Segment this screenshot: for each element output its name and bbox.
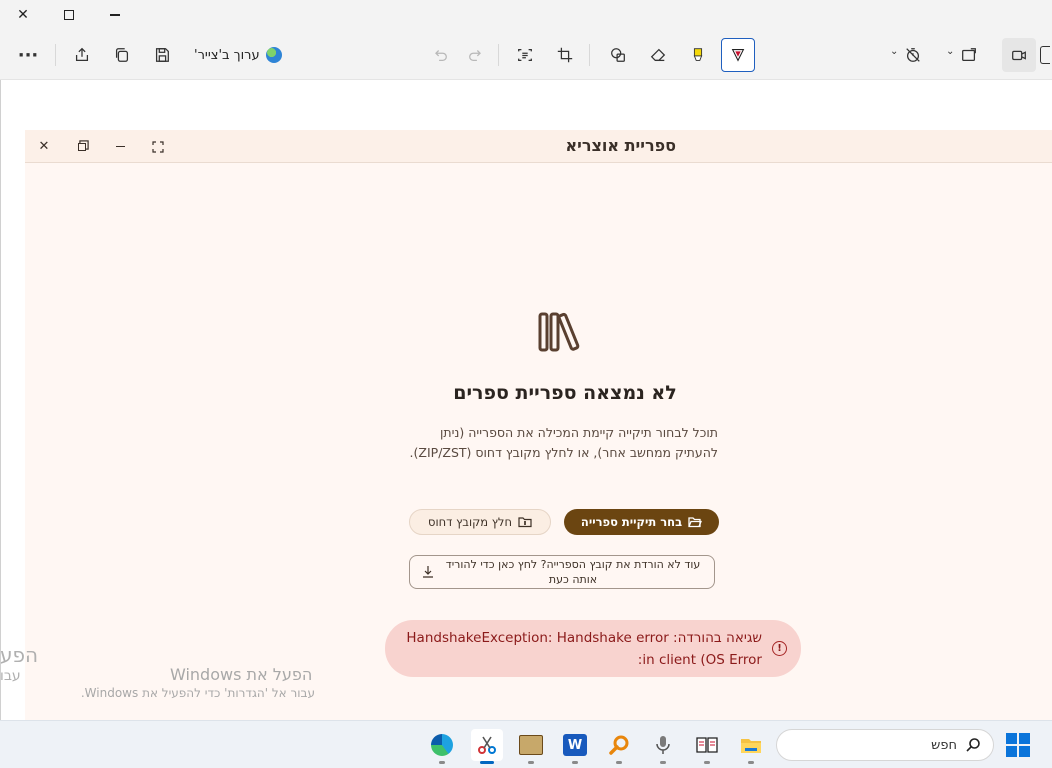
watermark-fragment-title: הפע bbox=[0, 643, 39, 667]
no-library-description: תוכל לבחור תיקייה קיימת המכילה את הספריי… bbox=[409, 425, 718, 460]
archive-folder-icon bbox=[518, 517, 532, 528]
copy-icon[interactable] bbox=[105, 38, 139, 72]
fullscreen-icon[interactable] bbox=[139, 130, 177, 163]
video-record-icon[interactable] bbox=[1002, 38, 1036, 72]
watermark-fragment-subtitle: עבו bbox=[0, 668, 21, 684]
windows-start-icon[interactable] bbox=[1006, 733, 1030, 757]
pen-icon[interactable] bbox=[721, 38, 755, 72]
redo-icon[interactable] bbox=[459, 38, 493, 72]
close-icon[interactable]: ✕ bbox=[25, 130, 63, 163]
otzaria-titlebar: ✕ ספריית אוצריא bbox=[25, 130, 1052, 163]
file-explorer-icon[interactable] bbox=[735, 729, 767, 764]
extract-archive-label: חלץ מקובץ דחוס bbox=[428, 515, 512, 529]
error-icon: ! bbox=[772, 641, 787, 656]
download-error-banner: ! שגיאה בהורדה: HandshakeException: Hand… bbox=[385, 620, 801, 677]
save-icon[interactable] bbox=[145, 38, 179, 72]
activate-windows-title: הפעל את Windows bbox=[170, 665, 313, 684]
toolbar-separator bbox=[589, 44, 590, 66]
highlighter-icon[interactable] bbox=[681, 38, 715, 72]
minimize-icon[interactable] bbox=[92, 0, 138, 30]
toolbar-separator bbox=[498, 44, 499, 66]
edit-in-paint-label: ערוך ב'צייר' bbox=[194, 47, 260, 63]
extract-archive-button[interactable]: חלץ מקובץ דחוס bbox=[409, 509, 551, 535]
edge-icon[interactable] bbox=[426, 729, 458, 764]
close-icon[interactable]: ✕ bbox=[0, 0, 46, 30]
folder-open-icon bbox=[688, 517, 703, 528]
snipping-tool-toolbar: ··· ערוך ב'צייר' ⌄ ⌄ bbox=[0, 30, 1052, 80]
otzaria-window-title: ספריית אוצריא bbox=[565, 136, 676, 155]
toolbar-separator bbox=[55, 44, 56, 66]
snipping-tool-icon[interactable] bbox=[471, 729, 503, 764]
maximize-icon[interactable] bbox=[46, 0, 92, 30]
timer-off-icon[interactable] bbox=[896, 38, 930, 72]
snipping-tool-titlebar: ✕ bbox=[0, 0, 1052, 30]
paint-icon bbox=[265, 47, 282, 63]
taskbar-search-box[interactable]: חפש bbox=[776, 729, 994, 761]
download-error-message: שגיאה בהורדה: HandshakeException: Handsh… bbox=[406, 629, 762, 668]
taskbar-search-placeholder: חפש bbox=[931, 737, 957, 753]
microphone-icon[interactable] bbox=[647, 729, 679, 764]
otzaria-window: ✕ ספריית אוצריא לא נמצאה ספריית ספרים תו… bbox=[25, 130, 1052, 720]
download-library-label: עוד לא הורדת את קובץ הספרייה? לחץ כאן כד… bbox=[445, 558, 701, 586]
share-icon[interactable] bbox=[65, 38, 99, 72]
search-app-icon[interactable] bbox=[603, 729, 635, 764]
no-library-heading: לא נמצאה ספריית ספרים bbox=[453, 382, 677, 404]
snip-mode-icon[interactable] bbox=[952, 38, 986, 72]
reader-icon[interactable] bbox=[691, 729, 723, 764]
crop-icon[interactable] bbox=[548, 38, 582, 72]
activate-windows-subtitle: עבור אל 'הגדרות' כדי להפעיל את Windows. bbox=[80, 686, 315, 700]
shapes-icon[interactable] bbox=[601, 38, 635, 72]
library-books-icon bbox=[538, 312, 580, 352]
otzaria-icon[interactable] bbox=[515, 729, 547, 764]
search-icon bbox=[966, 738, 980, 752]
undo-icon[interactable] bbox=[423, 38, 457, 72]
text-actions-icon[interactable] bbox=[508, 38, 542, 72]
choose-library-folder-button[interactable]: בחר תיקיית ספרייה bbox=[564, 509, 719, 535]
minimize-icon[interactable] bbox=[101, 130, 139, 163]
eraser-icon[interactable] bbox=[641, 38, 675, 72]
edit-in-paint-button[interactable]: ערוך ב'צייר' bbox=[194, 44, 282, 66]
download-library-button[interactable]: עוד לא הורדת את קובץ הספרייה? לחץ כאן כד… bbox=[409, 555, 715, 589]
taskbar: W חפש bbox=[0, 720, 1052, 768]
download-icon bbox=[423, 566, 433, 578]
screenshot-mode-icon[interactable] bbox=[1038, 38, 1052, 72]
choose-library-folder-label: בחר תיקיית ספרייה bbox=[580, 515, 683, 529]
restore-icon[interactable] bbox=[63, 130, 101, 163]
word-icon[interactable]: W bbox=[559, 729, 591, 764]
more-options-button[interactable]: ··· bbox=[11, 38, 45, 72]
